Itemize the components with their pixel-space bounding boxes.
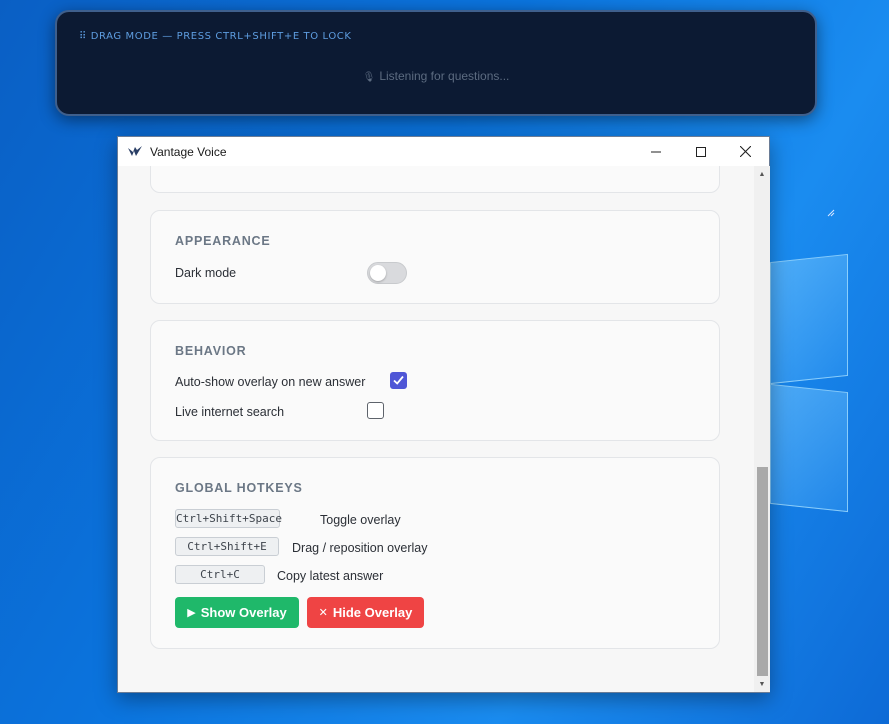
appearance-title: APPEARANCE bbox=[175, 234, 271, 248]
toggle-knob bbox=[370, 265, 386, 281]
drag-mode-hint: ⠿ DRAG MODE — PRESS CTRL+SHIFT+E TO LOCK bbox=[79, 31, 352, 42]
auto-show-label: Auto-show overlay on new answer bbox=[175, 375, 366, 389]
desktop-logo-pane bbox=[770, 383, 848, 513]
live-search-label: Live internet search bbox=[175, 405, 285, 419]
hotkey-keys: Ctrl+Shift+E bbox=[175, 537, 279, 556]
dark-mode-toggle[interactable] bbox=[367, 262, 407, 284]
close-button[interactable] bbox=[723, 137, 768, 166]
title-bar[interactable]: Vantage Voice bbox=[118, 137, 769, 166]
hotkey-description: Copy latest answer bbox=[277, 569, 384, 583]
close-icon bbox=[740, 146, 751, 157]
hotkey-description: Drag / reposition overlay bbox=[292, 541, 428, 555]
floating-overlay[interactable]: ⠿ DRAG MODE — PRESS CTRL+SHIFT+E TO LOCK… bbox=[55, 10, 817, 116]
hotkeys-title: GLOBAL HOTKEYS bbox=[175, 481, 303, 495]
hotkey-description: Toggle overlay bbox=[320, 513, 401, 527]
dark-mode-label: Dark mode bbox=[175, 266, 237, 280]
appearance-card: APPEARANCE Dark mode bbox=[150, 210, 720, 304]
scrollbar-thumb[interactable] bbox=[757, 467, 768, 676]
live-search-checkbox[interactable] bbox=[367, 402, 384, 419]
settings-content[interactable]: APPEARANCE Dark mode BEHAVIOR Auto-show … bbox=[118, 166, 754, 692]
behavior-card: BEHAVIOR Auto-show overlay on new answer… bbox=[150, 320, 720, 441]
desktop-logo-pane bbox=[770, 253, 848, 385]
behavior-title: BEHAVIOR bbox=[175, 344, 247, 358]
minimize-button[interactable] bbox=[633, 137, 678, 166]
checkmark-icon bbox=[393, 375, 404, 385]
hotkey-keys: Ctrl+C bbox=[175, 565, 265, 584]
global-hotkeys-card: GLOBAL HOTKEYS Ctrl+Shift+Space Toggle o… bbox=[150, 457, 720, 649]
maximize-button[interactable] bbox=[678, 137, 723, 166]
settings-window: Vantage Voice APPEARANCE Dark mode BEHAV… bbox=[117, 136, 770, 693]
play-icon: ▶ bbox=[187, 607, 196, 619]
vertical-scrollbar[interactable]: ▲ ▼ bbox=[754, 166, 770, 692]
listening-text: Listening for questions... bbox=[379, 69, 510, 83]
close-x-icon: ✕ bbox=[318, 607, 328, 619]
show-overlay-button[interactable]: ▶ Show Overlay bbox=[175, 597, 299, 628]
maximize-icon bbox=[695, 146, 706, 157]
app-logo-icon bbox=[128, 145, 144, 159]
microphone-icon: 🎙 bbox=[362, 72, 376, 83]
previous-section-card bbox=[150, 166, 720, 193]
hide-overlay-button[interactable]: ✕ Hide Overlay bbox=[307, 597, 424, 628]
minimize-icon bbox=[650, 151, 661, 152]
hide-overlay-label: Hide Overlay bbox=[332, 605, 413, 620]
hotkey-keys: Ctrl+Shift+Space bbox=[175, 509, 282, 528]
listening-status: 🎙 Listening for questions... bbox=[57, 69, 815, 83]
scroll-up-arrow-icon[interactable]: ▲ bbox=[754, 168, 770, 182]
show-overlay-label: Show Overlay bbox=[200, 605, 287, 620]
window-title: Vantage Voice bbox=[150, 144, 227, 159]
scroll-down-arrow-icon[interactable]: ▼ bbox=[754, 678, 770, 692]
resize-cursor-icon bbox=[827, 209, 835, 217]
auto-show-checkbox[interactable] bbox=[390, 372, 407, 389]
